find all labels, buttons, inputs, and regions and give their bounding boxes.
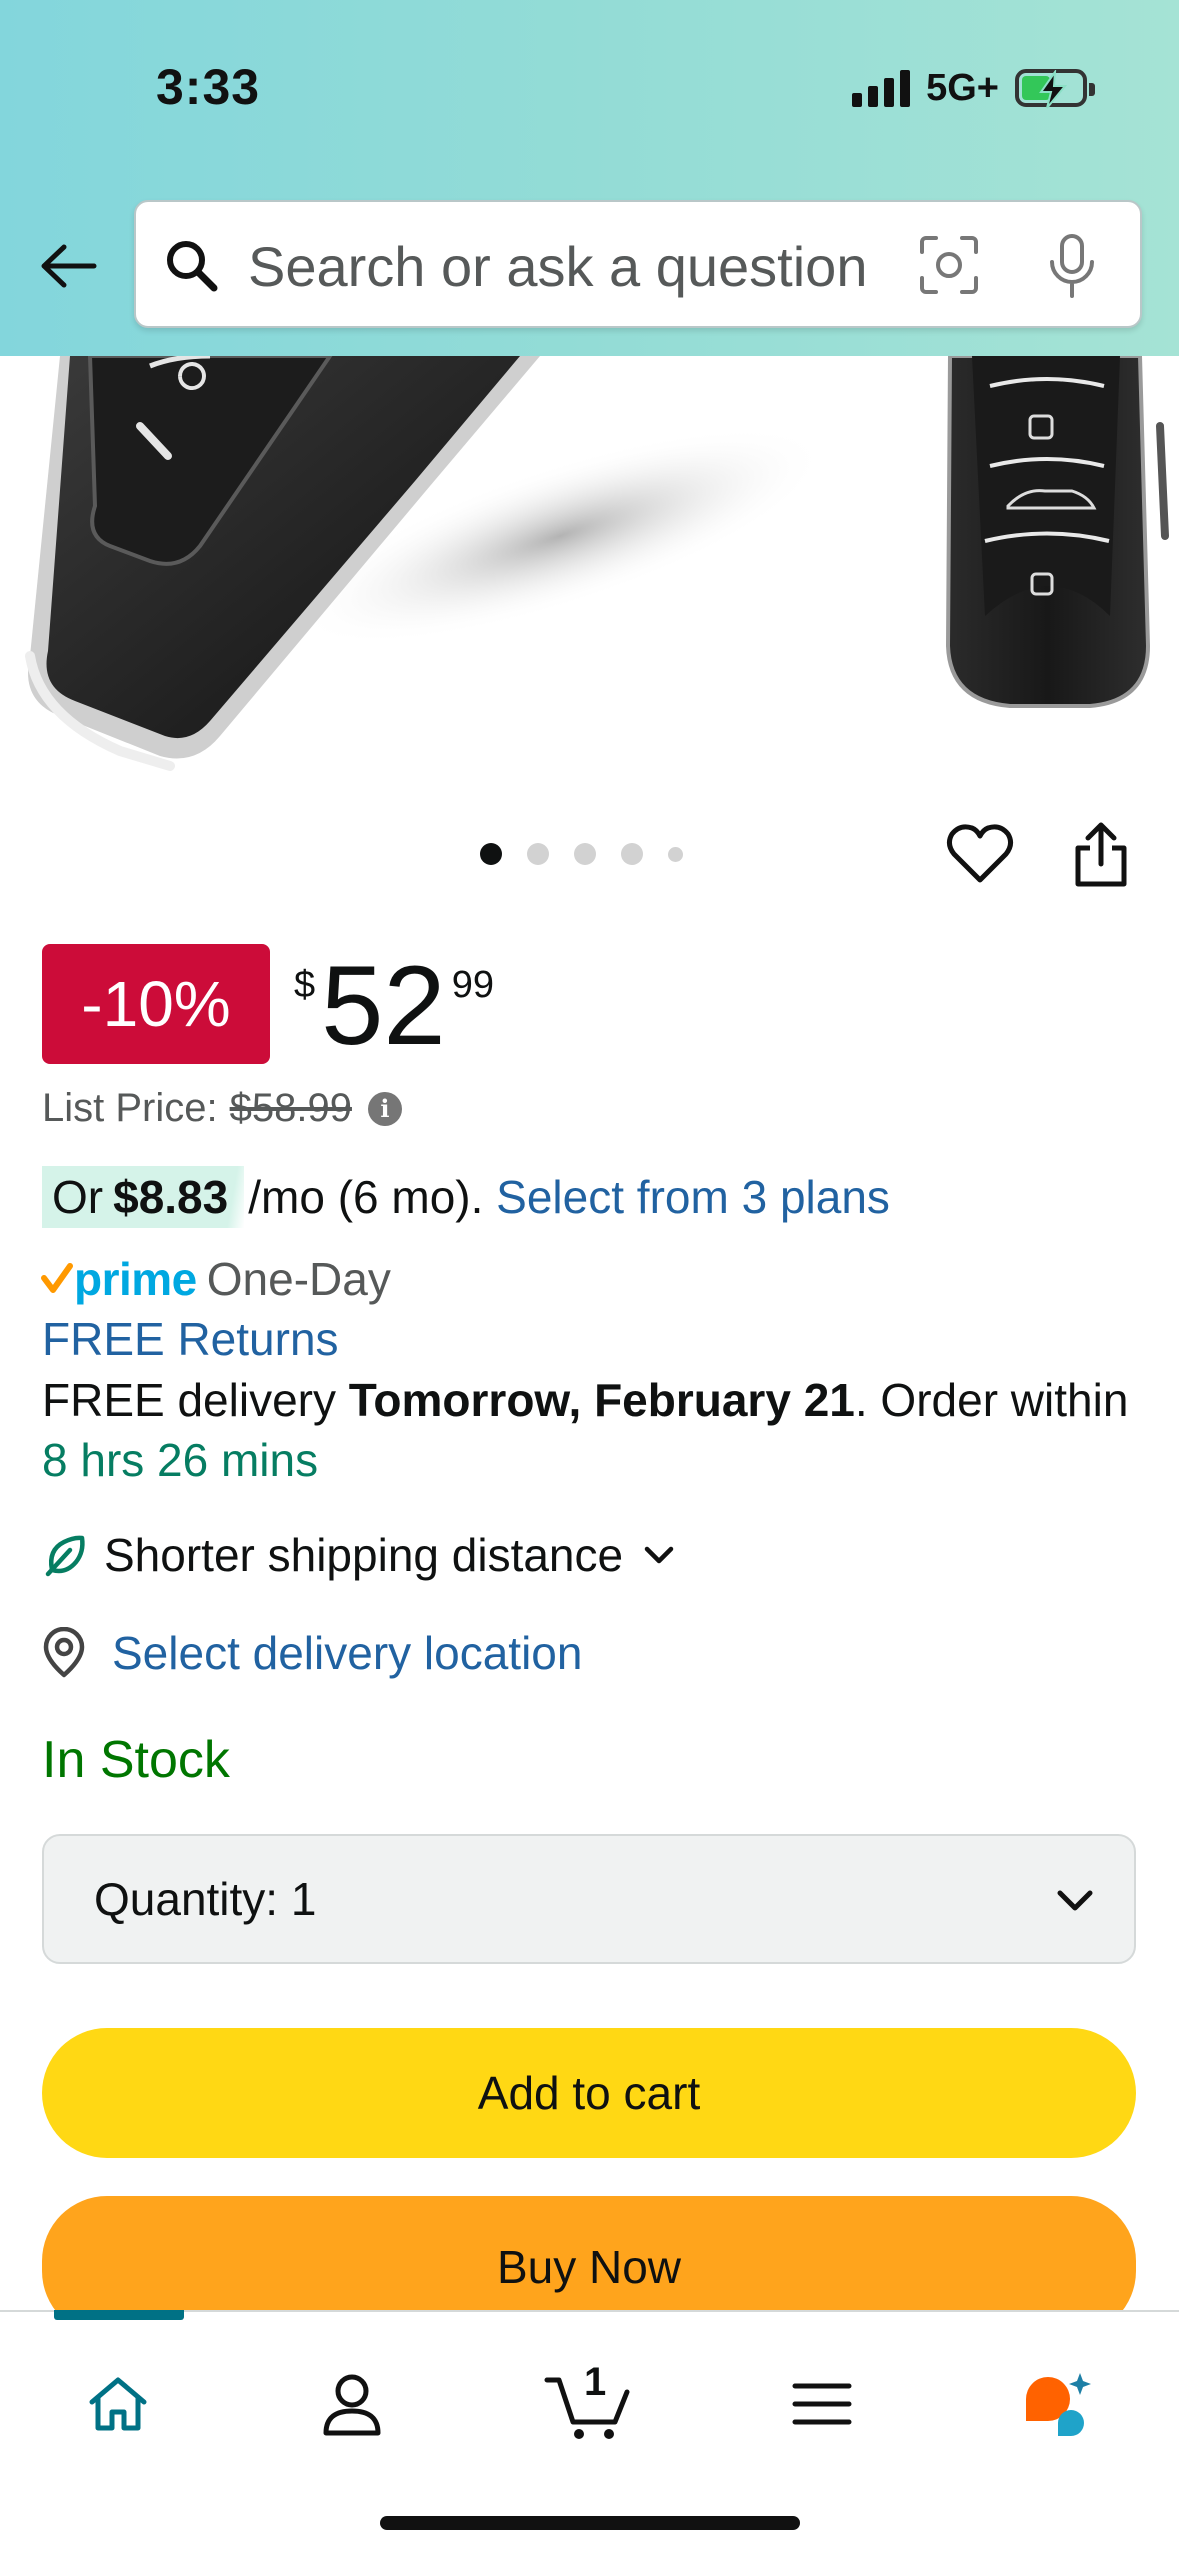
discount-badge: -10% [42,944,270,1064]
chevron-down-icon [644,1546,674,1564]
price-fraction: 99 [451,964,494,1006]
home-icon [89,2377,147,2431]
nav-menu[interactable] [772,2354,872,2454]
search-icon [167,241,218,292]
delivery-countdown: 8 hrs 26 mins [42,1434,319,1486]
quantity-label: Quantity: [94,1873,279,1925]
select-location-link[interactable]: Select delivery location [112,1626,582,1680]
product-image [25,356,1169,771]
leaf-icon [45,1535,85,1577]
nav-cart[interactable]: 1 [538,2354,638,2454]
delivery-location[interactable]: Select delivery location [40,1626,582,1680]
search-bar[interactable] [134,200,1142,328]
header: 3:33 5G+ [0,0,1179,356]
carousel-dot [527,843,549,865]
microphone-icon[interactable] [1042,232,1102,300]
carousel-dot [574,843,596,865]
installment-prefix: Or [52,1171,104,1223]
search-input[interactable] [248,224,938,308]
status-time: 3:33 [156,59,261,115]
shorter-shipping-toggle[interactable]: Shorter shipping distance [42,1528,677,1582]
price-whole: 52 [321,943,446,1068]
back-button[interactable] [34,232,102,300]
list-price-value: $58.99 [229,1086,352,1130]
add-to-cart-button[interactable]: Add to cart [42,2028,1136,2158]
carousel-dot [668,846,683,862]
product-image-carousel[interactable] [0,356,1179,786]
prime-speed: One-Day [206,1253,391,1305]
shorter-shipping-label: Shorter shipping distance [104,1529,624,1581]
quantity-value: 1 [290,1873,317,1925]
rufus-assistant-icon [1026,2373,1091,2436]
free-returns-link[interactable]: FREE Returns [42,1312,339,1366]
heart-icon[interactable] [946,822,1014,886]
user-icon [323,2374,381,2436]
installment-offer: Or $8.83 /mo (6 mo). Select from 3 plans [42,1166,890,1228]
home-indicator [380,2516,800,2530]
carousel-dot [480,843,502,865]
price-currency: $ [294,964,316,1006]
carousel-dots [480,843,683,865]
prime-label: prime [74,1253,197,1305]
cart-count: 1 [584,2360,607,2404]
order-within-label: . Order within [854,1374,1129,1426]
quantity-dropdown[interactable]: Quantity: 1 [42,1834,1136,1964]
camera-lens-icon[interactable] [918,234,980,296]
prime-logo: prime [40,1252,197,1306]
share-icon[interactable] [1070,820,1132,890]
price: $ 52 99 [294,946,494,1066]
nav-rufus[interactable] [1008,2354,1108,2454]
battery-charging-icon [1015,69,1095,109]
free-delivery-label: FREE delivery [42,1374,336,1426]
location-pin-icon [43,1627,85,1678]
delivery-date: Tomorrow, February 21 [348,1374,855,1426]
nav-account[interactable] [302,2354,402,2454]
status-indicators: 5G+ [852,66,1095,110]
signal-icon [852,69,911,107]
network-label: 5G+ [926,66,999,109]
delivery-message: FREE delivery Tomorrow, February 21. Ord… [42,1370,1142,1490]
chevron-down-icon [1057,1890,1093,1911]
carousel-dot [621,843,643,865]
list-price: List Price: $58.99 i [42,1086,402,1131]
bottom-nav: 1 [0,2310,1179,2556]
list-price-label: List Price: [42,1086,218,1130]
select-plans-link[interactable]: Select from 3 plans [496,1170,890,1224]
installment-highlight: Or $8.83 [42,1166,245,1228]
installment-amount: $8.83 [113,1171,229,1223]
prime-check-icon [41,1263,73,1293]
back-arrow-icon [41,244,97,288]
prime-badge: prime One-Day [40,1252,391,1306]
info-icon[interactable]: i [367,1091,402,1126]
installment-term: /mo (6 mo). [248,1171,484,1223]
nav-active-indicator [54,2310,184,2320]
nav-home[interactable] [68,2354,168,2454]
menu-icon [792,2383,852,2425]
stock-status: In Stock [42,1731,230,1789]
